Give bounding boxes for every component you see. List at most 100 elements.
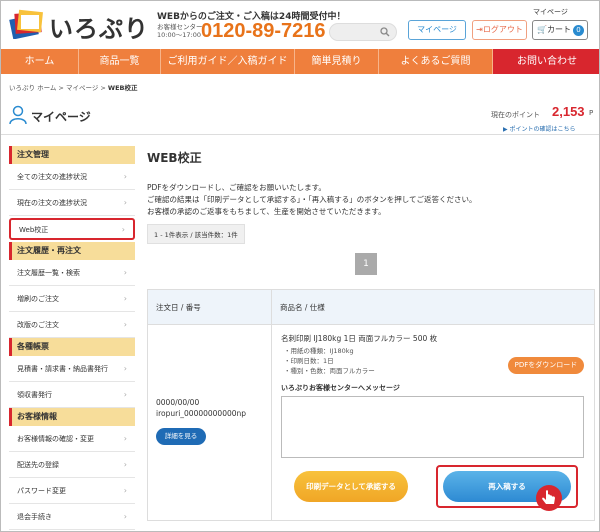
breadcrumb: いろぷり ホーム > マイページ > WEB校正 [9, 82, 137, 92]
points-value: 2,153 [552, 104, 585, 119]
product-name: 名刺印刷 IJ180kg 1日 両面フルカラー 500 枚 [281, 334, 438, 343]
site-logo[interactable]: いろぷり [9, 7, 149, 43]
logout-icon: ⇥ [476, 25, 483, 34]
order-date: 0000/00/00 [156, 398, 200, 407]
person-icon [9, 105, 27, 125]
order-cell: 0000/00/00 iropuri_00000000000np 詳細を見る [148, 325, 272, 520]
pdf-download-button[interactable]: PDFをダウンロード [508, 357, 584, 374]
sidebar-item-label: 改版のご注文 [17, 321, 59, 329]
site-header: いろぷり WEBからのご注文・ご入稿は24時間受付中！ お客様センター 10:0… [1, 1, 599, 49]
chevron-right-icon: › [123, 294, 127, 303]
section-title: WEB校正 [147, 151, 202, 165]
sidebar-item-label: お客様情報の確認・変更 [17, 435, 94, 443]
chevron-right-icon: › [123, 512, 127, 521]
sidebar-heading-orders: 注文管理 [9, 146, 135, 164]
spec-line: ・用紙の種類：IJ180kg [284, 347, 354, 355]
points-unit: P [589, 109, 594, 117]
search-box [329, 23, 397, 41]
pointer-hand-icon [536, 485, 562, 511]
brand-name: いろぷり [49, 15, 149, 43]
spec-line: ・種別・色数：両面フルカラー [284, 367, 375, 375]
instruction-line: PDFをダウンロードし、ご確認をお願いいたします。 [147, 183, 326, 192]
sidebar-item-web-proof[interactable]: Web校正 › [9, 218, 135, 240]
sidebar-item-label: 注文履歴一覧・検索 [17, 269, 80, 277]
breadcrumb-current: WEB校正 [107, 84, 138, 92]
phone-number[interactable]: 0120-89-7216 [201, 20, 326, 43]
cart-icon: 🛒 [537, 25, 547, 34]
instruction-line: お客様の承認のご返事をもちまして、生産を開始させていただきます。 [147, 207, 386, 216]
mypage-button[interactable]: マイページ [408, 20, 466, 40]
chevron-right-icon: › [123, 434, 127, 443]
sidebar-item-reprint[interactable]: 増刷のご注文 › [9, 286, 135, 312]
logo-mark-icon [9, 9, 43, 39]
product-specs: ・用紙の種類：IJ180kg ・印刷日数：1日 ・種別・色数：両面フルカラー [284, 346, 375, 376]
cart-count-badge: 0 [572, 25, 584, 36]
sidebar-heading-history: 注文履歴・再注文 [9, 242, 135, 260]
nav-estimate[interactable]: 簡単見積り [295, 49, 379, 74]
chevron-right-icon: › [123, 390, 127, 399]
page-title: マイページ [31, 110, 91, 124]
approve-button[interactable]: 印刷データとして承認する [294, 471, 408, 502]
nav-home[interactable]: ホーム [1, 49, 79, 74]
support-time: 10:00〜17:00 [157, 31, 201, 39]
cart-label: カート [546, 25, 571, 34]
chevron-right-icon: › [123, 364, 127, 373]
nav-contact[interactable]: お問い合わせ [493, 49, 599, 74]
sidebar-item-shipping[interactable]: 配送先の登録 › [9, 452, 135, 478]
chevron-right-icon: › [123, 460, 127, 469]
sidebar-heading-customer: お客様情報 [9, 408, 135, 426]
sidebar-item-current-orders[interactable]: 現在の注文の進捗状況 › [9, 190, 135, 216]
sidebar-item-label: Web校正 [19, 226, 49, 234]
sidebar-item-customer-info[interactable]: お客様情報の確認・変更 › [9, 426, 135, 452]
sidebar-item-label: 配送先の登録 [17, 461, 59, 469]
support-hours: お客様センター 10:00〜17:00 [157, 23, 203, 39]
support-label: お客様センター [157, 23, 203, 31]
chevron-right-icon: › [123, 268, 127, 277]
search-input[interactable] [336, 25, 386, 39]
sidebar-item-label: 見積書・請求書・納品書発行 [17, 365, 108, 373]
message-label: いろぷりお客様センターへメッセージ [281, 384, 400, 392]
nav-guide[interactable]: ご利用ガイド／入稿ガイド [161, 49, 295, 74]
table-row: 0000/00/00 iropuri_00000000000np 詳細を見る 名… [148, 325, 594, 520]
sidebar-item-label: 全ての注文の進捗状況 [17, 173, 87, 181]
chevron-right-icon: › [121, 225, 125, 234]
instructions: PDFをダウンロードし、ご確認をお願いいたします。 ご確認の結果は「印刷データと… [147, 182, 595, 218]
nav-products[interactable]: 商品一覧 [79, 49, 161, 74]
order-info: 0000/00/00 iropuri_00000000000np [156, 397, 246, 419]
message-textarea[interactable] [281, 396, 584, 458]
order-number: iropuri_00000000000np [156, 409, 247, 418]
points-label: 現在のポイント [491, 111, 540, 119]
sidebar-item-all-orders[interactable]: 全ての注文の進捗状況 › [9, 164, 135, 190]
search-icon[interactable] [380, 27, 390, 37]
result-count: 1 - 1件表示 / 該当件数：1件 [147, 224, 245, 244]
sidebar-item-label: 増刷のご注文 [17, 295, 59, 303]
sidebar-item-password[interactable]: パスワード変更 › [9, 478, 135, 504]
chevron-right-icon: › [123, 320, 127, 329]
product-cell: 名刺印刷 IJ180kg 1日 両面フルカラー 500 枚 ・用紙の種類：IJ1… [272, 325, 594, 520]
chevron-right-icon: › [123, 172, 127, 181]
spec-line: ・印刷日数：1日 [284, 357, 334, 365]
main-nav: ホーム 商品一覧 ご利用ガイド／入稿ガイド 簡単見積り よくあるご質問 お問い合… [1, 49, 599, 74]
main-content: WEB校正 PDFをダウンロードし、ご確認をお願いいたします。 ご確認の結果は「… [147, 146, 595, 521]
instruction-line: ご確認の結果は「印刷データとして承認する」・「再入稿する」のボタンを押してご返答… [147, 195, 477, 204]
points-link[interactable]: ▶ ポイントの確認はこちら [503, 124, 576, 133]
sidebar-item-receipt[interactable]: 領収書発行 › [9, 382, 135, 408]
page-header: マイページ 現在のポイント 2,153 P ▶ ポイントの確認はこちら [1, 97, 599, 135]
logout-button[interactable]: ⇥ログアウト [472, 20, 527, 40]
sidebar-item-label: 退会手続き [17, 513, 52, 521]
breadcrumb-path[interactable]: いろぷり ホーム > マイページ > [9, 84, 108, 92]
mypage-caption: マイページ [533, 8, 568, 16]
nav-faq[interactable]: よくあるご質問 [379, 49, 493, 74]
sidebar-item-invoices[interactable]: 見積書・請求書・納品書発行 › [9, 356, 135, 382]
sidebar-item-revision[interactable]: 改版のご注文 › [9, 312, 135, 338]
sidebar-item-withdraw[interactable]: 退会手続き › [9, 504, 135, 530]
pagination-page[interactable]: 1 [355, 253, 377, 275]
sidebar-item-history-search[interactable]: 注文履歴一覧・検索 › [9, 260, 135, 286]
page-frame: いろぷり WEBからのご注文・ご入稿は24時間受付中！ お客様センター 10:0… [0, 0, 600, 532]
detail-button[interactable]: 詳細を見る [156, 428, 206, 445]
sidebar: 注文管理 全ての注文の進捗状況 › 現在の注文の進捗状況 › Web校正 › 注文履歴… [9, 146, 135, 530]
sidebar-item-label: 現在の注文の進捗状況 [17, 199, 87, 207]
column-header-product: 商品名 / 仕様 [280, 303, 325, 312]
table-header-row: 注文日 / 番号 商品名 / 仕様 [148, 290, 594, 325]
cart-button[interactable]: 🛒カート 0 [532, 20, 588, 40]
